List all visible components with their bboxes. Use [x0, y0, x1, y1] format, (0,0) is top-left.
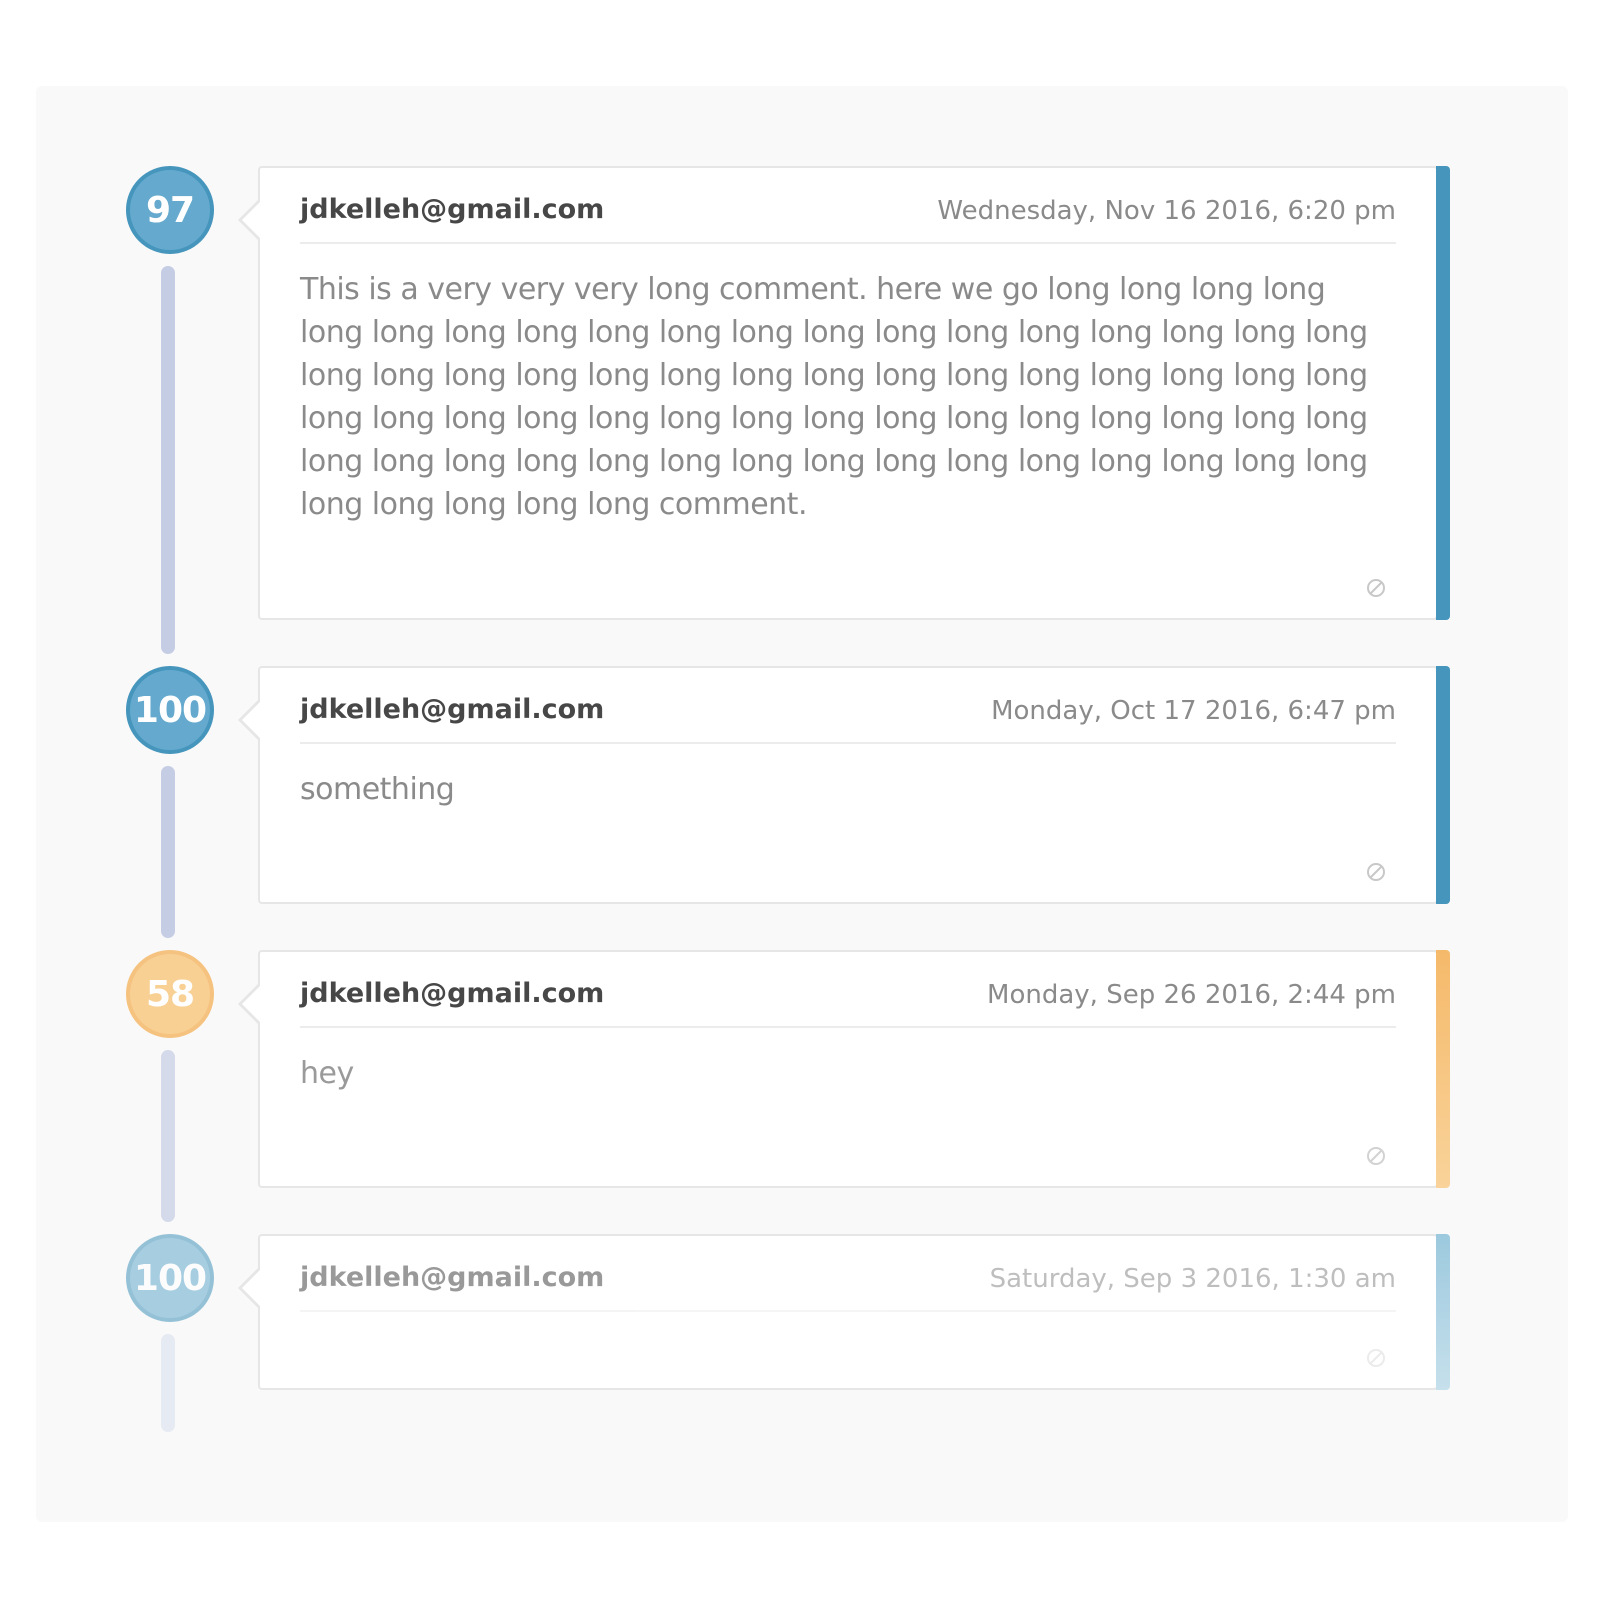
timeline-connector	[161, 1334, 175, 1432]
comment-author[interactable]: jdkelleh@gmail.com	[300, 694, 604, 725]
card-accent-bar	[1436, 666, 1450, 904]
timeline-connector	[161, 266, 175, 654]
block-icon[interactable]	[1366, 578, 1386, 598]
comment-author[interactable]: jdkelleh@gmail.com	[300, 194, 604, 225]
comment-date: Monday, Oct 17 2016, 6:47 pm	[991, 696, 1396, 726]
score-badge: 97	[126, 166, 214, 254]
comment-card: jdkelleh@gmail.com Wednesday, Nov 16 201…	[238, 166, 1450, 620]
block-icon[interactable]	[1366, 1146, 1386, 1166]
card-accent-bar	[1436, 950, 1450, 1188]
comment-date: Monday, Sep 26 2016, 2:44 pm	[987, 980, 1396, 1010]
comment-date: Wednesday, Nov 16 2016, 6:20 pm	[937, 196, 1396, 226]
card-accent-bar	[1436, 166, 1450, 620]
comment-card: jdkelleh@gmail.com Monday, Sep 26 2016, …	[238, 950, 1450, 1188]
comment-body: something	[300, 772, 455, 807]
comment-body: This is a very very very long comment. h…	[300, 272, 1368, 522]
timeline-connector	[161, 1050, 175, 1222]
comment-body: hey	[300, 1056, 354, 1091]
block-icon[interactable]	[1366, 862, 1386, 882]
comment-card: jdkelleh@gmail.com Monday, Oct 17 2016, …	[238, 666, 1450, 904]
comment-author[interactable]: jdkelleh@gmail.com	[300, 1262, 604, 1293]
comment-header: jdkelleh@gmail.com Monday, Sep 26 2016, …	[300, 972, 1396, 1028]
block-icon[interactable]	[1366, 1348, 1386, 1368]
card-accent-bar	[1436, 1234, 1450, 1390]
comment-timeline: 97 jdkelleh@gmail.com Wednesday, Nov 16 …	[36, 86, 1568, 1522]
comment-header: jdkelleh@gmail.com Saturday, Sep 3 2016,…	[300, 1256, 1396, 1312]
comment-date: Saturday, Sep 3 2016, 1:30 am	[989, 1264, 1396, 1294]
comment-header: jdkelleh@gmail.com Wednesday, Nov 16 201…	[300, 188, 1396, 244]
score-badge: 58	[126, 950, 214, 1038]
comment-header: jdkelleh@gmail.com Monday, Oct 17 2016, …	[300, 688, 1396, 744]
timeline-connector	[161, 766, 175, 938]
comment-card: jdkelleh@gmail.com Saturday, Sep 3 2016,…	[238, 1234, 1450, 1390]
comment-author[interactable]: jdkelleh@gmail.com	[300, 978, 604, 1009]
score-badge: 100	[126, 1234, 214, 1322]
score-badge: 100	[126, 666, 214, 754]
